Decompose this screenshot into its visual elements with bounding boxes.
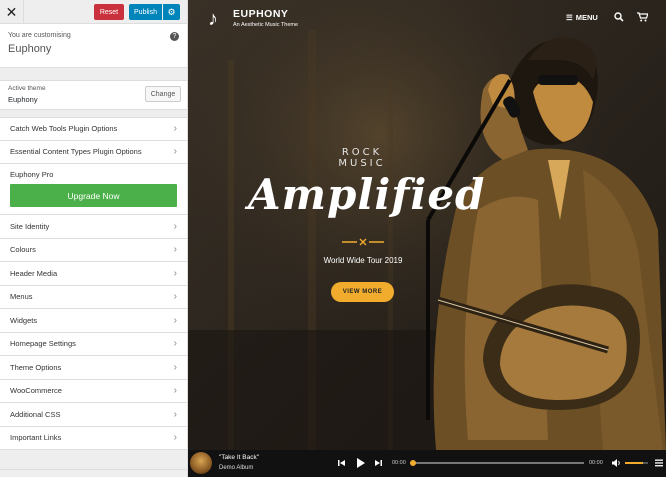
total-time: 00:00 xyxy=(589,460,603,466)
customizing-label: You are customising xyxy=(8,32,71,39)
customizer-header: ✕ Reset Publish ⚙ xyxy=(0,0,187,24)
change-theme-button[interactable]: Change xyxy=(145,86,181,102)
publish-button[interactable]: Publish xyxy=(129,4,162,20)
customizer-sidebar: ✕ Reset Publish ⚙ You are customising Eu… xyxy=(0,0,188,477)
panel-important-links[interactable]: Important Links › xyxy=(0,426,187,450)
track-title: "Take It Back" xyxy=(219,454,260,461)
hero-image xyxy=(188,0,666,450)
close-icon: ✕ xyxy=(5,3,18,20)
chevron-right-icon: › xyxy=(173,220,177,232)
chevron-right-icon: › xyxy=(173,123,177,135)
track-album: Demo Album xyxy=(219,465,254,471)
volume-level xyxy=(625,462,644,464)
panel-label: Theme Options xyxy=(10,362,62,372)
panel-label: Site Identity xyxy=(10,221,50,231)
panel-label: Header Media xyxy=(10,268,58,278)
panel-label: Widgets xyxy=(10,315,38,325)
panel-label: Essential Content Types Plugin Options xyxy=(10,147,142,157)
album-art xyxy=(190,452,212,474)
chevron-right-icon: › xyxy=(173,314,177,326)
cart-icon[interactable] xyxy=(637,12,648,22)
play-icon[interactable] xyxy=(356,458,365,468)
hero-tour-text: World Wide Tour 2019 xyxy=(323,256,403,265)
chevron-right-icon: › xyxy=(173,244,177,256)
pro-title: Euphony Pro xyxy=(10,170,54,179)
current-time: 00:00 xyxy=(392,460,406,466)
site-name: Euphony xyxy=(8,43,52,55)
panel-menus[interactable]: Menus › xyxy=(0,285,187,309)
panel-catch-web-tools[interactable]: Catch Web Tools Plugin Options › xyxy=(0,117,187,141)
search-icon[interactable] xyxy=(614,12,624,22)
help-icon[interactable]: ? xyxy=(170,32,179,41)
menu-label: MENU xyxy=(575,13,598,22)
site-tagline: An Aesthetic Music Theme xyxy=(233,22,299,28)
panel-label: Catch Web Tools Plugin Options xyxy=(10,124,118,134)
close-customizer-button[interactable]: ✕ xyxy=(0,0,24,24)
panel-label: Homepage Settings xyxy=(10,339,76,349)
active-theme-section: Active theme Euphony Change xyxy=(0,80,187,110)
hero-subtitle: ROCK MUSIC xyxy=(338,147,386,169)
upgrade-now-button[interactable]: Upgrade Now xyxy=(10,184,177,207)
panel-label: Colours xyxy=(10,245,36,255)
panel-label: Additional CSS xyxy=(10,409,61,419)
publish-settings-button[interactable]: ⚙ xyxy=(163,4,180,20)
customizing-info: You are customising Euphony ? xyxy=(0,24,187,68)
panel-homepage-settings[interactable]: Homepage Settings › xyxy=(0,332,187,356)
progress-bar[interactable] xyxy=(411,462,584,464)
chevron-right-icon: › xyxy=(173,408,177,420)
previous-track-icon[interactable] xyxy=(338,459,346,467)
next-track-icon[interactable] xyxy=(374,459,382,467)
volume-slider[interactable] xyxy=(625,462,648,464)
panel-theme-options[interactable]: Theme Options › xyxy=(0,356,187,380)
chevron-right-icon: › xyxy=(173,291,177,303)
view-more-button[interactable]: VIEW MORE xyxy=(331,282,394,302)
panel-additional-css[interactable]: Additional CSS › xyxy=(0,403,187,427)
panel-essential-content-types[interactable]: Essential Content Types Plugin Options › xyxy=(0,140,187,164)
hero-title: Amplified xyxy=(248,170,486,219)
playlist-icon[interactable] xyxy=(655,459,663,467)
chevron-right-icon: › xyxy=(173,146,177,158)
volume-icon[interactable] xyxy=(612,459,621,467)
site-preview: ♪ EUPHONY An Aesthetic Music Theme ☰ MEN… xyxy=(188,0,666,477)
menu-toggle-button[interactable]: ☰ MENU xyxy=(566,13,598,22)
chevron-right-icon: › xyxy=(173,432,177,444)
panel-label: WooCommerce xyxy=(10,386,62,396)
panel-label: Menus xyxy=(10,292,33,302)
chevron-right-icon: › xyxy=(173,361,177,373)
panel-colours[interactable]: Colours › xyxy=(0,238,187,262)
gear-icon: ⚙ xyxy=(167,6,176,17)
pro-section: Euphony Pro Upgrade Now xyxy=(0,164,187,215)
site-title[interactable]: EUPHONY xyxy=(233,8,288,20)
sidebar-footer xyxy=(0,469,187,477)
panel-label: Important Links xyxy=(10,433,62,443)
chevron-right-icon: › xyxy=(173,385,177,397)
chevron-right-icon: › xyxy=(173,338,177,350)
music-player: "Take It Back" Demo Album 00:00 00:00 xyxy=(188,450,666,477)
site-logo-note-icon[interactable]: ♪ xyxy=(208,8,226,30)
hamburger-icon: ☰ xyxy=(566,13,573,22)
panel-widgets[interactable]: Widgets › xyxy=(0,309,187,333)
panel-woocommerce[interactable]: WooCommerce › xyxy=(0,379,187,403)
reset-button[interactable]: Reset xyxy=(94,4,124,20)
panel-header-media[interactable]: Header Media › xyxy=(0,262,187,286)
progress-handle[interactable] xyxy=(410,460,416,466)
chevron-right-icon: › xyxy=(173,267,177,279)
hero-separator-icon xyxy=(342,238,384,246)
panel-site-identity[interactable]: Site Identity › xyxy=(0,215,187,239)
